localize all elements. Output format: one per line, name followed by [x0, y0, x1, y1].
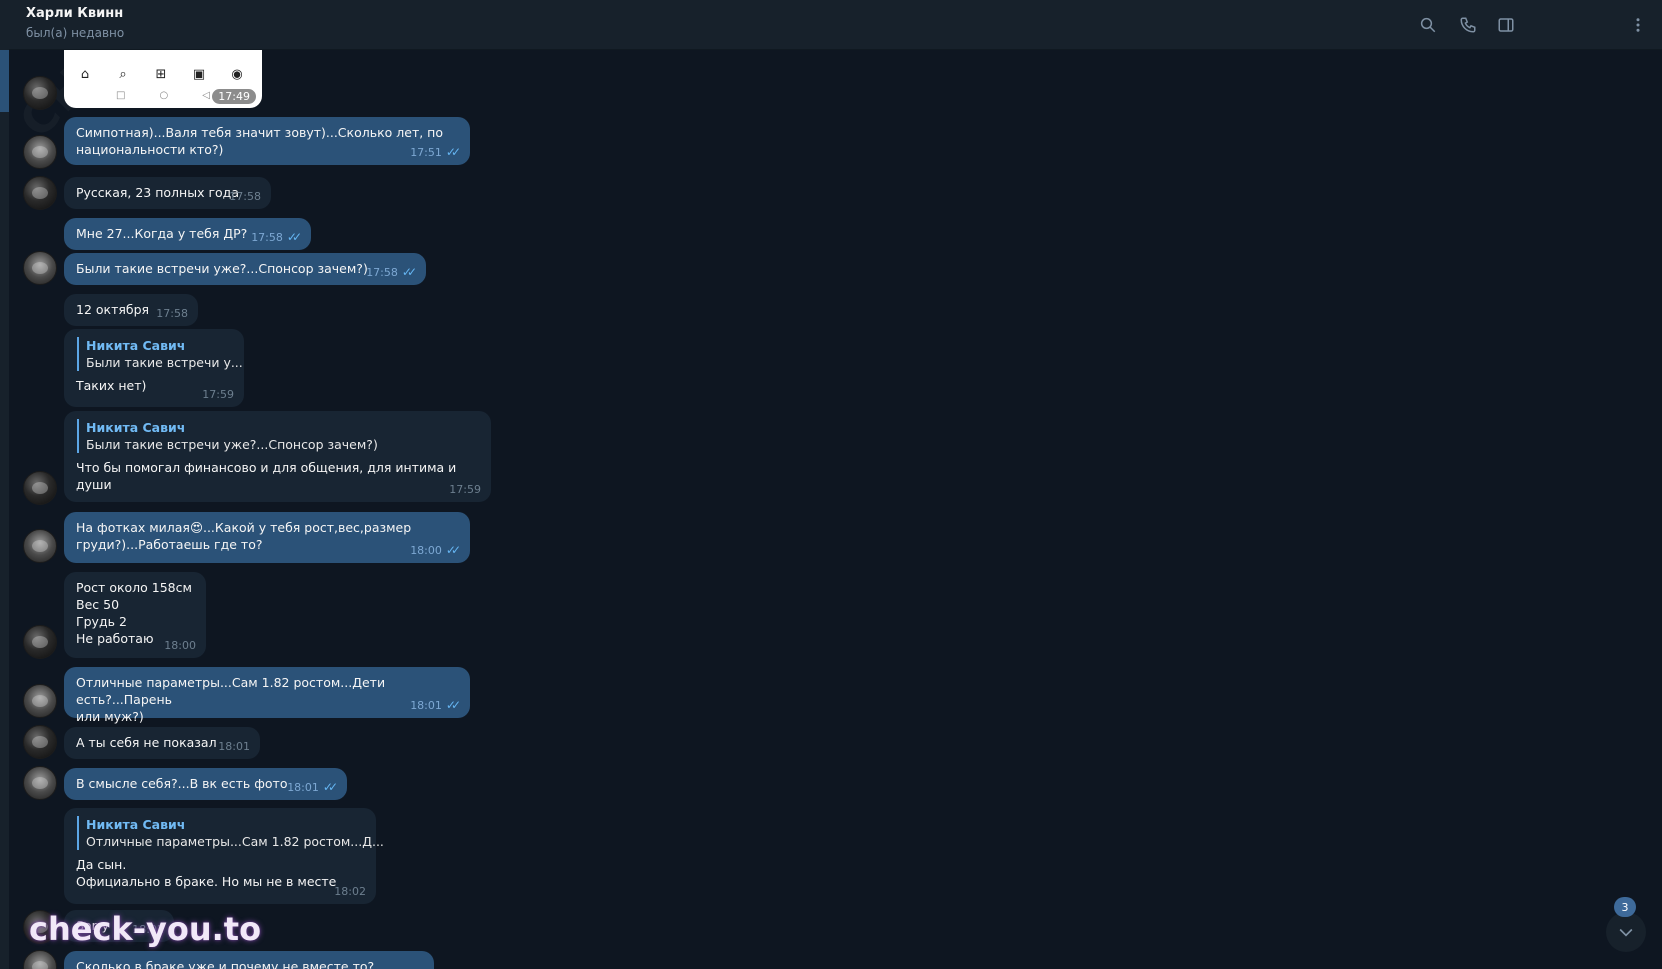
square-icon: □	[116, 90, 126, 101]
chat-list-edge	[0, 0, 9, 969]
message-time: 18:01	[410, 699, 442, 712]
read-ticks-icon: ✓✓	[401, 265, 417, 279]
message-time: 17:58	[156, 307, 188, 320]
sidebar-toggle-icon[interactable]	[1495, 14, 1517, 36]
message-text: Отличные параметры...Сам 1.82 ростом...Д…	[76, 675, 386, 724]
read-ticks-icon: ✓✓	[286, 230, 302, 244]
message-bubble[interactable]: Никита Савич Отличные параметры...Сам 1.…	[64, 808, 384, 904]
reply-author: Никита Савич	[86, 420, 186, 435]
scroll-to-bottom-button[interactable]	[1606, 912, 1646, 952]
avatar[interactable]	[23, 251, 57, 285]
avatar[interactable]	[23, 725, 57, 759]
active-chat-marker	[0, 50, 9, 112]
message-time: 17:59	[449, 483, 481, 496]
message-text: Да сын. Официально в браке. Но мы не в м…	[76, 857, 337, 889]
reply-text: Были такие встречи уже?...Спонсор зачем?…	[86, 437, 378, 452]
avatar[interactable]	[23, 766, 57, 800]
back-icon: ◁	[202, 90, 210, 101]
reply-text: Были такие встречи у...	[86, 355, 243, 370]
message-text: Сколько в браке уже и почему не вместе т…	[76, 959, 375, 969]
search-icon[interactable]	[1417, 14, 1439, 36]
message-list[interactable]: CHECK YOU ME ⌂ ⌕ ⊞ ▣ ◉ □ ○ ◁ 17:49 Симпо…	[9, 50, 1662, 969]
message-time: 17:51	[410, 146, 442, 159]
message-bubble[interactable]: Никита Савич Были такие встречи уже?...С…	[64, 411, 491, 502]
search-icon: ⌕	[119, 66, 127, 82]
message-time: 18:00	[164, 639, 196, 652]
message-bubble[interactable]: Русская, 23 полных года 17:58	[64, 177, 271, 209]
reply-text: Отличные параметры...Сам 1.82 ростом...Д…	[86, 834, 384, 849]
message-time: 18:01	[218, 740, 250, 753]
message-bubble[interactable]: Симпотная)...Валя тебя значит зовут)...С…	[64, 117, 470, 165]
avatar[interactable]	[23, 684, 57, 718]
reply-author: Никита Савич	[86, 817, 186, 832]
avatar[interactable]	[23, 471, 57, 505]
avatar[interactable]	[23, 529, 57, 563]
plus-icon: ⊞	[155, 66, 167, 82]
message-time: 17:59	[202, 388, 234, 401]
message-time: 17:58	[251, 231, 283, 244]
message-bubble[interactable]: Рост около 158см Вес 50 Грудь 2 Не работ…	[64, 572, 206, 658]
message-time: 17:58	[229, 190, 261, 203]
home-icon: ⌂	[80, 66, 90, 82]
reels-icon: ▣	[192, 66, 206, 82]
reply-author: Никита Савич	[86, 338, 186, 353]
image-message[interactable]: ⌂ ⌕ ⊞ ▣ ◉ □ ○ ◁ 17:49	[64, 50, 262, 108]
message-time: 18:01	[287, 781, 319, 794]
read-ticks-icon: ✓✓	[322, 780, 338, 794]
read-ticks-icon: ✓✓	[445, 543, 461, 557]
read-ticks-icon: ✓✓	[445, 145, 461, 159]
message-bubble[interactable]: А ты себя не показал 18:01	[64, 727, 260, 759]
avatar[interactable]	[23, 910, 57, 944]
message-text: Симпотная)...Валя тебя значит зовут)...С…	[76, 125, 443, 157]
message-text: На фотках милая😍...Какой у тебя рост,вес…	[76, 520, 412, 552]
screenshot-app-bar: ⌂ ⌕ ⊞ ▣ ◉	[76, 65, 246, 83]
message-bubble[interactable]: На фотках милая😍...Какой у тебя рост,вес…	[64, 512, 470, 563]
message-time: 18:00	[410, 544, 442, 557]
message-time: 17:49	[212, 89, 256, 104]
unread-badge: 3	[1614, 897, 1636, 917]
message-bubble[interactable]: В смысле себя?...В вк есть фото 18:01 ✓✓	[64, 768, 347, 800]
avatar[interactable]	[23, 950, 57, 969]
message-bubble[interactable]: Были такие встречи уже?...Спонсор зачем?…	[64, 253, 426, 285]
reply-quote[interactable]: Никита Савич Были такие встречи у...	[77, 337, 243, 371]
screenshot-nav-bar: □ ○ ◁	[116, 90, 210, 101]
profile-icon: ◉	[231, 66, 243, 82]
avatar[interactable]	[23, 176, 57, 210]
message-time: 17:58	[366, 266, 398, 279]
message-text: Были такие встречи уже?...Спонсор зачем?…	[76, 261, 368, 276]
message-bubble[interactable]: Sorry 18:02	[64, 910, 174, 942]
message-time: 18:02	[132, 923, 164, 936]
message-bubble[interactable]: Отличные параметры...Сам 1.82 ростом...Д…	[64, 667, 470, 724]
message-bubble[interactable]: Сколько в браке уже и почему не вместе т…	[64, 951, 434, 969]
message-time: 18:02	[334, 885, 366, 898]
message-bubble[interactable]: Мне 27...Когда у тебя ДР? 17:58 ✓✓	[64, 218, 311, 250]
chevron-down-icon	[1619, 928, 1633, 937]
reply-quote[interactable]: Никита Савич Отличные параметры...Сам 1.…	[77, 816, 384, 850]
message-bubble[interactable]: Никита Савич Были такие встречи у... Так…	[64, 329, 244, 407]
avatar[interactable]	[23, 135, 57, 169]
message-text: Что бы помогал финансово и для общения, …	[76, 460, 457, 492]
chat-status: был(а) недавно	[26, 26, 125, 40]
more-icon[interactable]	[1627, 14, 1649, 36]
avatar[interactable]	[23, 76, 57, 110]
read-ticks-icon: ✓✓	[445, 698, 461, 712]
reply-quote[interactable]: Никита Савич Были такие встречи уже?...С…	[77, 419, 479, 453]
chat-header[interactable]: Харли Квинн был(а) недавно	[9, 0, 1662, 50]
avatar[interactable]	[23, 625, 57, 659]
circle-icon: ○	[159, 90, 169, 101]
phone-icon[interactable]	[1457, 14, 1479, 36]
chat-title[interactable]: Харли Квинн	[26, 6, 123, 21]
message-bubble[interactable]: 12 октября 17:58	[64, 294, 198, 326]
